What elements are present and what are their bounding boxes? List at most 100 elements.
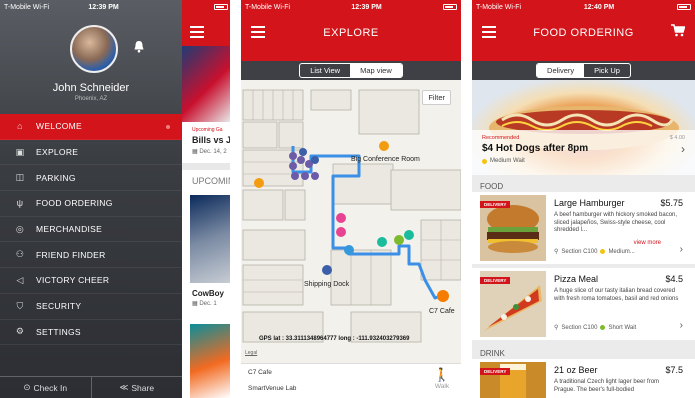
location-pin-icon: ⊙ xyxy=(23,382,31,392)
food-icon: ψ xyxy=(16,198,24,209)
menu-item-label: WELCOME xyxy=(36,121,83,132)
bag-icon: ◎ xyxy=(15,223,25,234)
menu-item-parking[interactable]: ◫ PARKING xyxy=(0,165,182,192)
battery-icon xyxy=(676,4,691,10)
wait-label: Medium Wait xyxy=(490,158,525,164)
menu-item-security[interactable]: ⛉ SECURITY xyxy=(0,294,182,320)
user-name: John Schneider xyxy=(52,82,130,94)
event2-image[interactable] xyxy=(190,195,230,283)
status-time: 12:39 PM xyxy=(88,3,119,11)
menu-item-explore[interactable]: ▣ EXPLORE xyxy=(0,140,182,166)
upcoming-header: UPCOMIN xyxy=(192,176,230,186)
menu-list: ⌂ WELCOME ▣ EXPLORE ◫ PARKING ψ FOOD ORD… xyxy=(0,114,182,346)
menu-item-food-ordering[interactable]: ψ FOOD ORDERING xyxy=(0,191,182,217)
filter-button[interactable]: Filter xyxy=(422,90,451,105)
home-icon: ⌂ xyxy=(17,121,23,132)
notification-dot xyxy=(166,125,170,129)
phone-side-menu: T-Mobile Wi-Fi 12:39 PM John Schneider P… xyxy=(0,0,230,398)
recommended-label: Recommended xyxy=(482,135,520,141)
food-header: T-Mobile Wi-Fi 12:40 PM FOOD ORDERING xyxy=(472,0,695,61)
menu-item-pizza-meal[interactable]: DELIVERY Pizza Meal $4.5 A huge slice of… xyxy=(472,268,695,340)
gear-icon: ⚙ xyxy=(15,326,25,337)
event2-title[interactable]: CowBoy xyxy=(192,289,224,298)
tab-list-view[interactable]: List View xyxy=(300,64,350,77)
event-title[interactable]: Bills vs Je xyxy=(192,135,230,145)
view-more-link[interactable]: view more xyxy=(634,240,661,246)
event2-date: ▦ Dec. 1 xyxy=(192,300,217,307)
recommended-price: $ 4.00 xyxy=(669,135,685,141)
menu-item-label: MERCHANDISE xyxy=(36,224,103,235)
event2-date-label: Dec. 1 xyxy=(199,301,217,307)
order-type-bar: Delivery Pick Up xyxy=(472,61,695,80)
pizza-image: DELIVERY xyxy=(480,271,546,337)
menu-item-label: PARKING xyxy=(36,172,76,183)
carrier: T-Mobile Wi-Fi xyxy=(245,3,291,11)
tab-map-view[interactable]: Map view xyxy=(350,64,402,77)
menu-item-label: SECURITY xyxy=(36,301,82,312)
phone-explore: T-Mobile Wi-Fi 12:39 PM EXPLORE List Vie… xyxy=(241,0,461,398)
tab-pickup[interactable]: Pick Up xyxy=(584,64,630,77)
order-type-toggle: Delivery Pick Up xyxy=(536,63,631,78)
status-bar: T-Mobile Wi-Fi 12:39 PM xyxy=(241,0,461,14)
item-description: A traditional Czech light lager beer fro… xyxy=(554,379,660,393)
item-name: Pizza Meal xyxy=(554,274,599,284)
destination-label: C7 Cafe xyxy=(248,369,272,376)
bell-icon[interactable] xyxy=(133,40,145,53)
chevron-right-icon[interactable]: › xyxy=(681,142,685,156)
menu-item-label: FOOD ORDERING xyxy=(36,198,113,209)
item-meta: ⚲ Section C100 Short Wait xyxy=(554,324,637,332)
menu-bottom-bar: ⊙ Check In ≪ Share xyxy=(0,376,182,398)
status-bar: T-Mobile Wi-Fi 12:40 PM xyxy=(472,0,695,14)
item-meta: ⚲ Section C100 Medium... xyxy=(554,248,635,256)
share-button[interactable]: ≪ Share xyxy=(92,377,183,398)
delivery-badge: DELIVERY xyxy=(480,201,511,208)
battery-icon xyxy=(214,4,228,10)
welcome-screen-peek[interactable]: Upcoming Ga Bills vs Je ▦ Dec. 14, 2 UPC… xyxy=(182,0,230,398)
item-wait: Short Wait xyxy=(608,324,637,331)
item-name: 21 oz Beer xyxy=(554,365,598,375)
menu-item-settings[interactable]: ⚙ SETTINGS xyxy=(0,320,182,346)
menu-item-beer[interactable]: DELIVERY 21 oz Beer $7.5 A traditional C… xyxy=(472,359,695,398)
menu-item-label: SETTINGS xyxy=(36,326,81,337)
menu-item-large-hamburger[interactable]: DELIVERY Large Hamburger $5.75 A beef ha… xyxy=(472,192,695,264)
chevron-right-icon[interactable]: › xyxy=(680,320,683,331)
item-wait: Medium... xyxy=(608,248,635,255)
item-price: $4.5 xyxy=(665,274,683,284)
hamburger-icon[interactable] xyxy=(190,26,204,41)
avatar[interactable] xyxy=(70,25,118,73)
poi-label-shipping[interactable]: Shipping Dock xyxy=(304,281,349,288)
poi-label-conference[interactable]: Big Conference Room xyxy=(351,156,420,163)
friends-icon: ⚇ xyxy=(15,249,25,260)
legal-link[interactable]: Legal xyxy=(245,350,257,356)
delivery-badge: DELIVERY xyxy=(480,277,511,284)
cart-icon[interactable] xyxy=(671,24,685,37)
poi-label-cafe[interactable]: C7 Cafe xyxy=(429,308,455,315)
floor-map[interactable] xyxy=(241,80,461,363)
walk-label: Walk xyxy=(434,383,450,390)
item-section: Section C100 xyxy=(561,324,598,331)
page-title: EXPLORE xyxy=(323,27,379,39)
item-name: Large Hamburger xyxy=(554,198,625,208)
menu-item-victory-cheer[interactable]: ◁ VICTORY CHEER xyxy=(0,268,182,294)
menu-item-merchandise[interactable]: ◎ MERCHANDISE xyxy=(0,217,182,243)
status-time: 12:39 PM xyxy=(351,3,382,11)
tab-delivery[interactable]: Delivery xyxy=(537,64,585,77)
recommended-title[interactable]: $4 Hot Dogs after 8pm xyxy=(482,143,588,154)
chevron-right-icon[interactable]: › xyxy=(680,244,683,255)
user-location: Phoenix, AZ xyxy=(74,96,108,102)
page-title: FOOD ORDERING xyxy=(533,27,634,39)
recommended-wait: Medium Wait xyxy=(482,158,525,164)
walk-button[interactable]: 🚶 Walk xyxy=(432,367,452,390)
check-in-button[interactable]: ⊙ Check In xyxy=(0,377,92,398)
walking-person-icon: 🚶 xyxy=(433,367,451,382)
section-food-title: FOOD xyxy=(480,182,504,191)
divider xyxy=(182,163,230,170)
menu-item-friend-finder[interactable]: ⚇ FRIEND FINDER xyxy=(0,242,182,269)
menu-item-welcome[interactable]: ⌂ WELCOME xyxy=(0,114,182,140)
event-image[interactable] xyxy=(182,46,230,122)
event3-image[interactable] xyxy=(190,324,230,398)
carrier: T-Mobile Wi-Fi xyxy=(476,3,522,11)
location-pin-icon: ⚲ xyxy=(554,249,559,255)
explore-header: T-Mobile Wi-Fi 12:39 PM EXPLORE xyxy=(241,0,461,61)
venue-label: SmartVenue Lab xyxy=(248,385,297,392)
